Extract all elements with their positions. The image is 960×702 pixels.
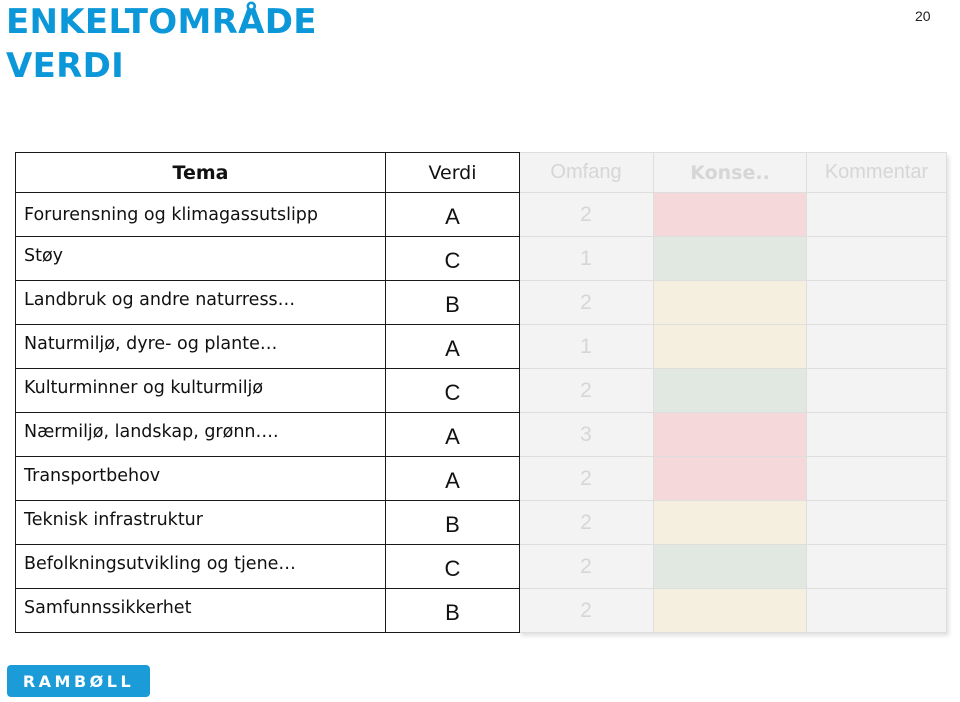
header-omfang: Omfang <box>518 152 654 193</box>
verdi-cell: A <box>385 324 520 369</box>
faded-table: Omfang Konse.. Kommentar 2121232222 <box>518 152 947 633</box>
omfang-cell: 3 <box>518 412 654 457</box>
verdi-cell: B <box>385 280 520 325</box>
table-row: Kulturminner og kulturmiljø C <box>15 368 520 413</box>
konsekvens-cell <box>653 412 807 457</box>
faded-table-row: 2 <box>518 500 947 545</box>
main-table-container: Tema Verdi Forurensning og klimagassutsl… <box>15 152 520 633</box>
tema-verdi-table: Tema Verdi Forurensning og klimagassutsl… <box>15 152 520 633</box>
table-row: Transportbehov A <box>15 456 520 501</box>
header-row: Tema Verdi <box>15 152 520 193</box>
verdi-cell: B <box>385 500 520 545</box>
table-row: Støy C <box>15 236 520 281</box>
tema-cell: Befolkningsutvikling og tjene… <box>15 544 386 589</box>
konsekvens-cell <box>653 500 807 545</box>
kommentar-cell <box>806 500 947 545</box>
tema-cell: Støy <box>15 236 386 281</box>
kommentar-cell <box>806 192 947 237</box>
tema-cell: Nærmiljø, landskap, grønn…. <box>15 412 386 457</box>
tema-cell: Forurensning og klimagassutslipp <box>15 192 386 237</box>
konsekvens-cell <box>653 192 807 237</box>
slide-title-line-2: VERDI <box>6 46 125 86</box>
kommentar-cell <box>806 324 947 369</box>
verdi-cell: B <box>385 588 520 633</box>
table-row: Naturmiljø, dyre- og plante… A <box>15 324 520 369</box>
faded-table-row: 1 <box>518 324 947 369</box>
page-number: 20 <box>915 8 931 24</box>
tema-cell: Transportbehov <box>15 456 386 501</box>
omfang-cell: 2 <box>518 192 654 237</box>
ramboll-logo: RAMBØLL <box>7 665 150 697</box>
omfang-cell: 2 <box>518 368 654 413</box>
header-konsekvens: Konse.. <box>653 152 807 193</box>
omfang-cell: 1 <box>518 324 654 369</box>
tema-cell: Samfunnssikkerhet <box>15 588 386 633</box>
omfang-cell: 2 <box>518 544 654 589</box>
kommentar-cell <box>806 588 947 633</box>
konsekvens-cell <box>653 588 807 633</box>
header-verdi: Verdi <box>385 152 520 193</box>
logo-text: RAMBØLL <box>22 671 135 691</box>
konsekvens-cell <box>653 456 807 501</box>
faded-table-overlay: Omfang Konse.. Kommentar 2121232222 <box>518 152 947 633</box>
konsekvens-cell <box>653 544 807 589</box>
omfang-cell: 1 <box>518 236 654 281</box>
header-kommentar: Kommentar <box>806 152 947 193</box>
verdi-cell: A <box>385 456 520 501</box>
tema-cell: Kulturminner og kulturmiljø <box>15 368 386 413</box>
kommentar-cell <box>806 544 947 589</box>
faded-table-row: 2 <box>518 192 947 237</box>
verdi-cell: C <box>385 368 520 413</box>
faded-header-row: Omfang Konse.. Kommentar <box>518 152 947 193</box>
table-row: Samfunnssikkerhet B <box>15 588 520 633</box>
kommentar-cell <box>806 456 947 501</box>
tema-cell: Teknisk infrastruktur <box>15 500 386 545</box>
konsekvens-cell <box>653 368 807 413</box>
faded-table-row: 2 <box>518 456 947 501</box>
omfang-cell: 2 <box>518 280 654 325</box>
faded-table-row: 2 <box>518 368 947 413</box>
kommentar-cell <box>806 280 947 325</box>
omfang-cell: 2 <box>518 500 654 545</box>
konsekvens-cell <box>653 324 807 369</box>
slide-title-line-1: ENKELTOMRÅDE <box>6 2 317 42</box>
konsekvens-cell <box>653 280 807 325</box>
faded-table-row: 2 <box>518 280 947 325</box>
omfang-cell: 2 <box>518 588 654 633</box>
tema-cell: Landbruk og andre naturress… <box>15 280 386 325</box>
table-row: Forurensning og klimagassutslipp A <box>15 192 520 237</box>
faded-table-row: 2 <box>518 588 947 633</box>
table-row: Teknisk infrastruktur B <box>15 500 520 545</box>
tema-cell: Naturmiljø, dyre- og plante… <box>15 324 386 369</box>
table-row: Nærmiljø, landskap, grønn…. A <box>15 412 520 457</box>
kommentar-cell <box>806 412 947 457</box>
faded-table-row: 1 <box>518 236 947 281</box>
kommentar-cell <box>806 236 947 281</box>
header-tema: Tema <box>15 152 386 193</box>
konsekvens-cell <box>653 236 807 281</box>
slide-title: ENKELTOMRÅDE VERDI <box>6 0 317 88</box>
faded-table-row: 3 <box>518 412 947 457</box>
omfang-cell: 2 <box>518 456 654 501</box>
verdi-cell: A <box>385 412 520 457</box>
table-row: Landbruk og andre naturress… B <box>15 280 520 325</box>
table-row: Befolkningsutvikling og tjene… C <box>15 544 520 589</box>
kommentar-cell <box>806 368 947 413</box>
verdi-cell: C <box>385 236 520 281</box>
verdi-cell: A <box>385 192 520 237</box>
verdi-cell: C <box>385 544 520 589</box>
faded-table-row: 2 <box>518 544 947 589</box>
